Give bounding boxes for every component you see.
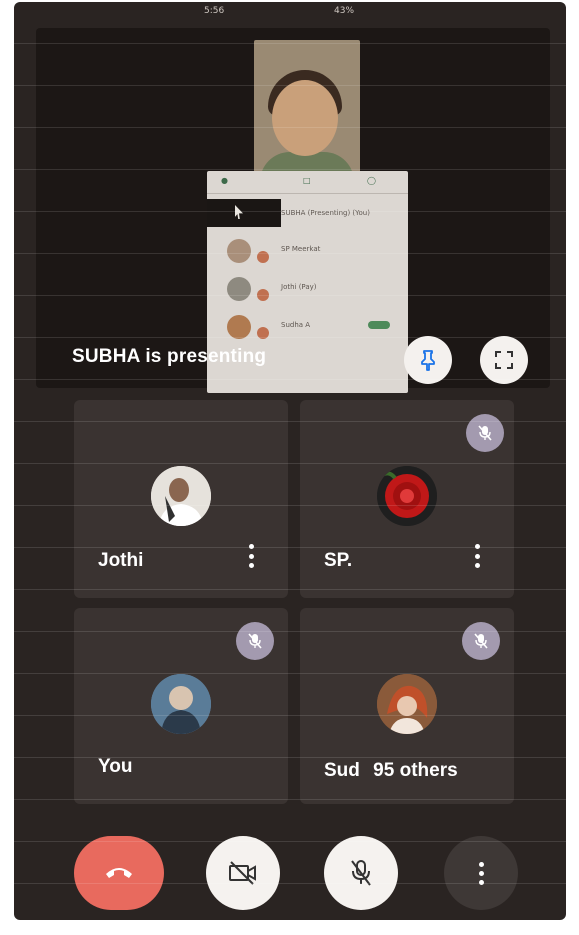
participant-tile-you[interactable]: You bbox=[74, 608, 288, 804]
participant-tile-jothi[interactable]: Jothi bbox=[74, 400, 288, 598]
end-call-icon bbox=[106, 868, 132, 878]
mic-off-icon bbox=[236, 622, 274, 660]
avatar-badge bbox=[257, 289, 269, 301]
avatar bbox=[377, 466, 437, 526]
pin-button[interactable] bbox=[404, 336, 452, 384]
mic-off-icon bbox=[462, 622, 500, 660]
activities-icon: ◯ bbox=[367, 176, 376, 185]
pin-icon bbox=[421, 350, 435, 371]
status-bar: 5:56 43% bbox=[14, 2, 566, 20]
shared-doc-toolbar: ● □ ◯ bbox=[207, 171, 408, 194]
status-battery: 43% bbox=[334, 6, 355, 16]
fullscreen-button[interactable] bbox=[480, 336, 528, 384]
participant-name: Sud 95 others bbox=[324, 760, 458, 782]
participant-name: You bbox=[98, 756, 133, 777]
doc-row: Jothi (Pay) bbox=[207, 271, 408, 307]
presentation-area[interactable]: ● □ ◯ SUBHA (Presenting) (You) SP Meerka… bbox=[36, 28, 550, 393]
participant-tile-others[interactable]: Sud 95 others bbox=[300, 608, 514, 804]
mic-off-icon bbox=[351, 860, 371, 886]
presenter-video-thumbnail bbox=[254, 40, 360, 190]
more-vert-icon bbox=[478, 861, 484, 885]
participant-tile-sp[interactable]: SP. bbox=[300, 400, 514, 598]
avatar bbox=[227, 315, 251, 339]
avatar-badge bbox=[257, 251, 269, 263]
people-icon: ● bbox=[221, 176, 228, 185]
doc-toggle bbox=[368, 321, 390, 329]
meeting-screen: 5:56 43% ● □ ◯ SUBHA (Presenting) (You) … bbox=[14, 2, 566, 920]
avatar bbox=[151, 674, 211, 734]
camera-toggle-button[interactable] bbox=[206, 836, 280, 910]
avatar-badge bbox=[257, 327, 269, 339]
more-options-button[interactable] bbox=[444, 836, 518, 910]
microphone-toggle-button[interactable] bbox=[324, 836, 398, 910]
end-call-button[interactable] bbox=[74, 836, 164, 910]
doc-row-name: SP Meerkat bbox=[281, 245, 321, 253]
doc-row-name: Jothi (Pay) bbox=[281, 283, 317, 291]
doc-row: Sudha A bbox=[207, 309, 408, 345]
status-time: 5:56 bbox=[204, 6, 225, 16]
camera-off-icon bbox=[229, 861, 256, 885]
doc-row-name: SUBHA (Presenting) (You) bbox=[281, 209, 370, 217]
presenter-face bbox=[272, 80, 338, 156]
presenting-label: SUBHA is presenting bbox=[72, 346, 267, 367]
avatar bbox=[227, 239, 251, 263]
participant-name-short: Sud bbox=[324, 760, 360, 781]
call-controls bbox=[14, 828, 566, 910]
doc-row-name: Sudha A bbox=[281, 321, 311, 329]
doc-row: SP Meerkat bbox=[207, 233, 408, 269]
chat-icon: □ bbox=[303, 176, 311, 185]
more-vert-icon[interactable] bbox=[474, 544, 480, 568]
more-vert-icon[interactable] bbox=[248, 544, 254, 568]
doc-row: SUBHA (Presenting) (You) bbox=[207, 197, 408, 233]
avatar bbox=[377, 674, 437, 734]
mic-off-icon bbox=[466, 414, 504, 452]
fullscreen-icon bbox=[495, 351, 513, 369]
avatar bbox=[227, 277, 251, 301]
others-count: 95 others bbox=[373, 760, 458, 781]
avatar bbox=[151, 466, 211, 526]
participant-name: SP. bbox=[324, 550, 353, 571]
participant-name: Jothi bbox=[98, 550, 144, 571]
